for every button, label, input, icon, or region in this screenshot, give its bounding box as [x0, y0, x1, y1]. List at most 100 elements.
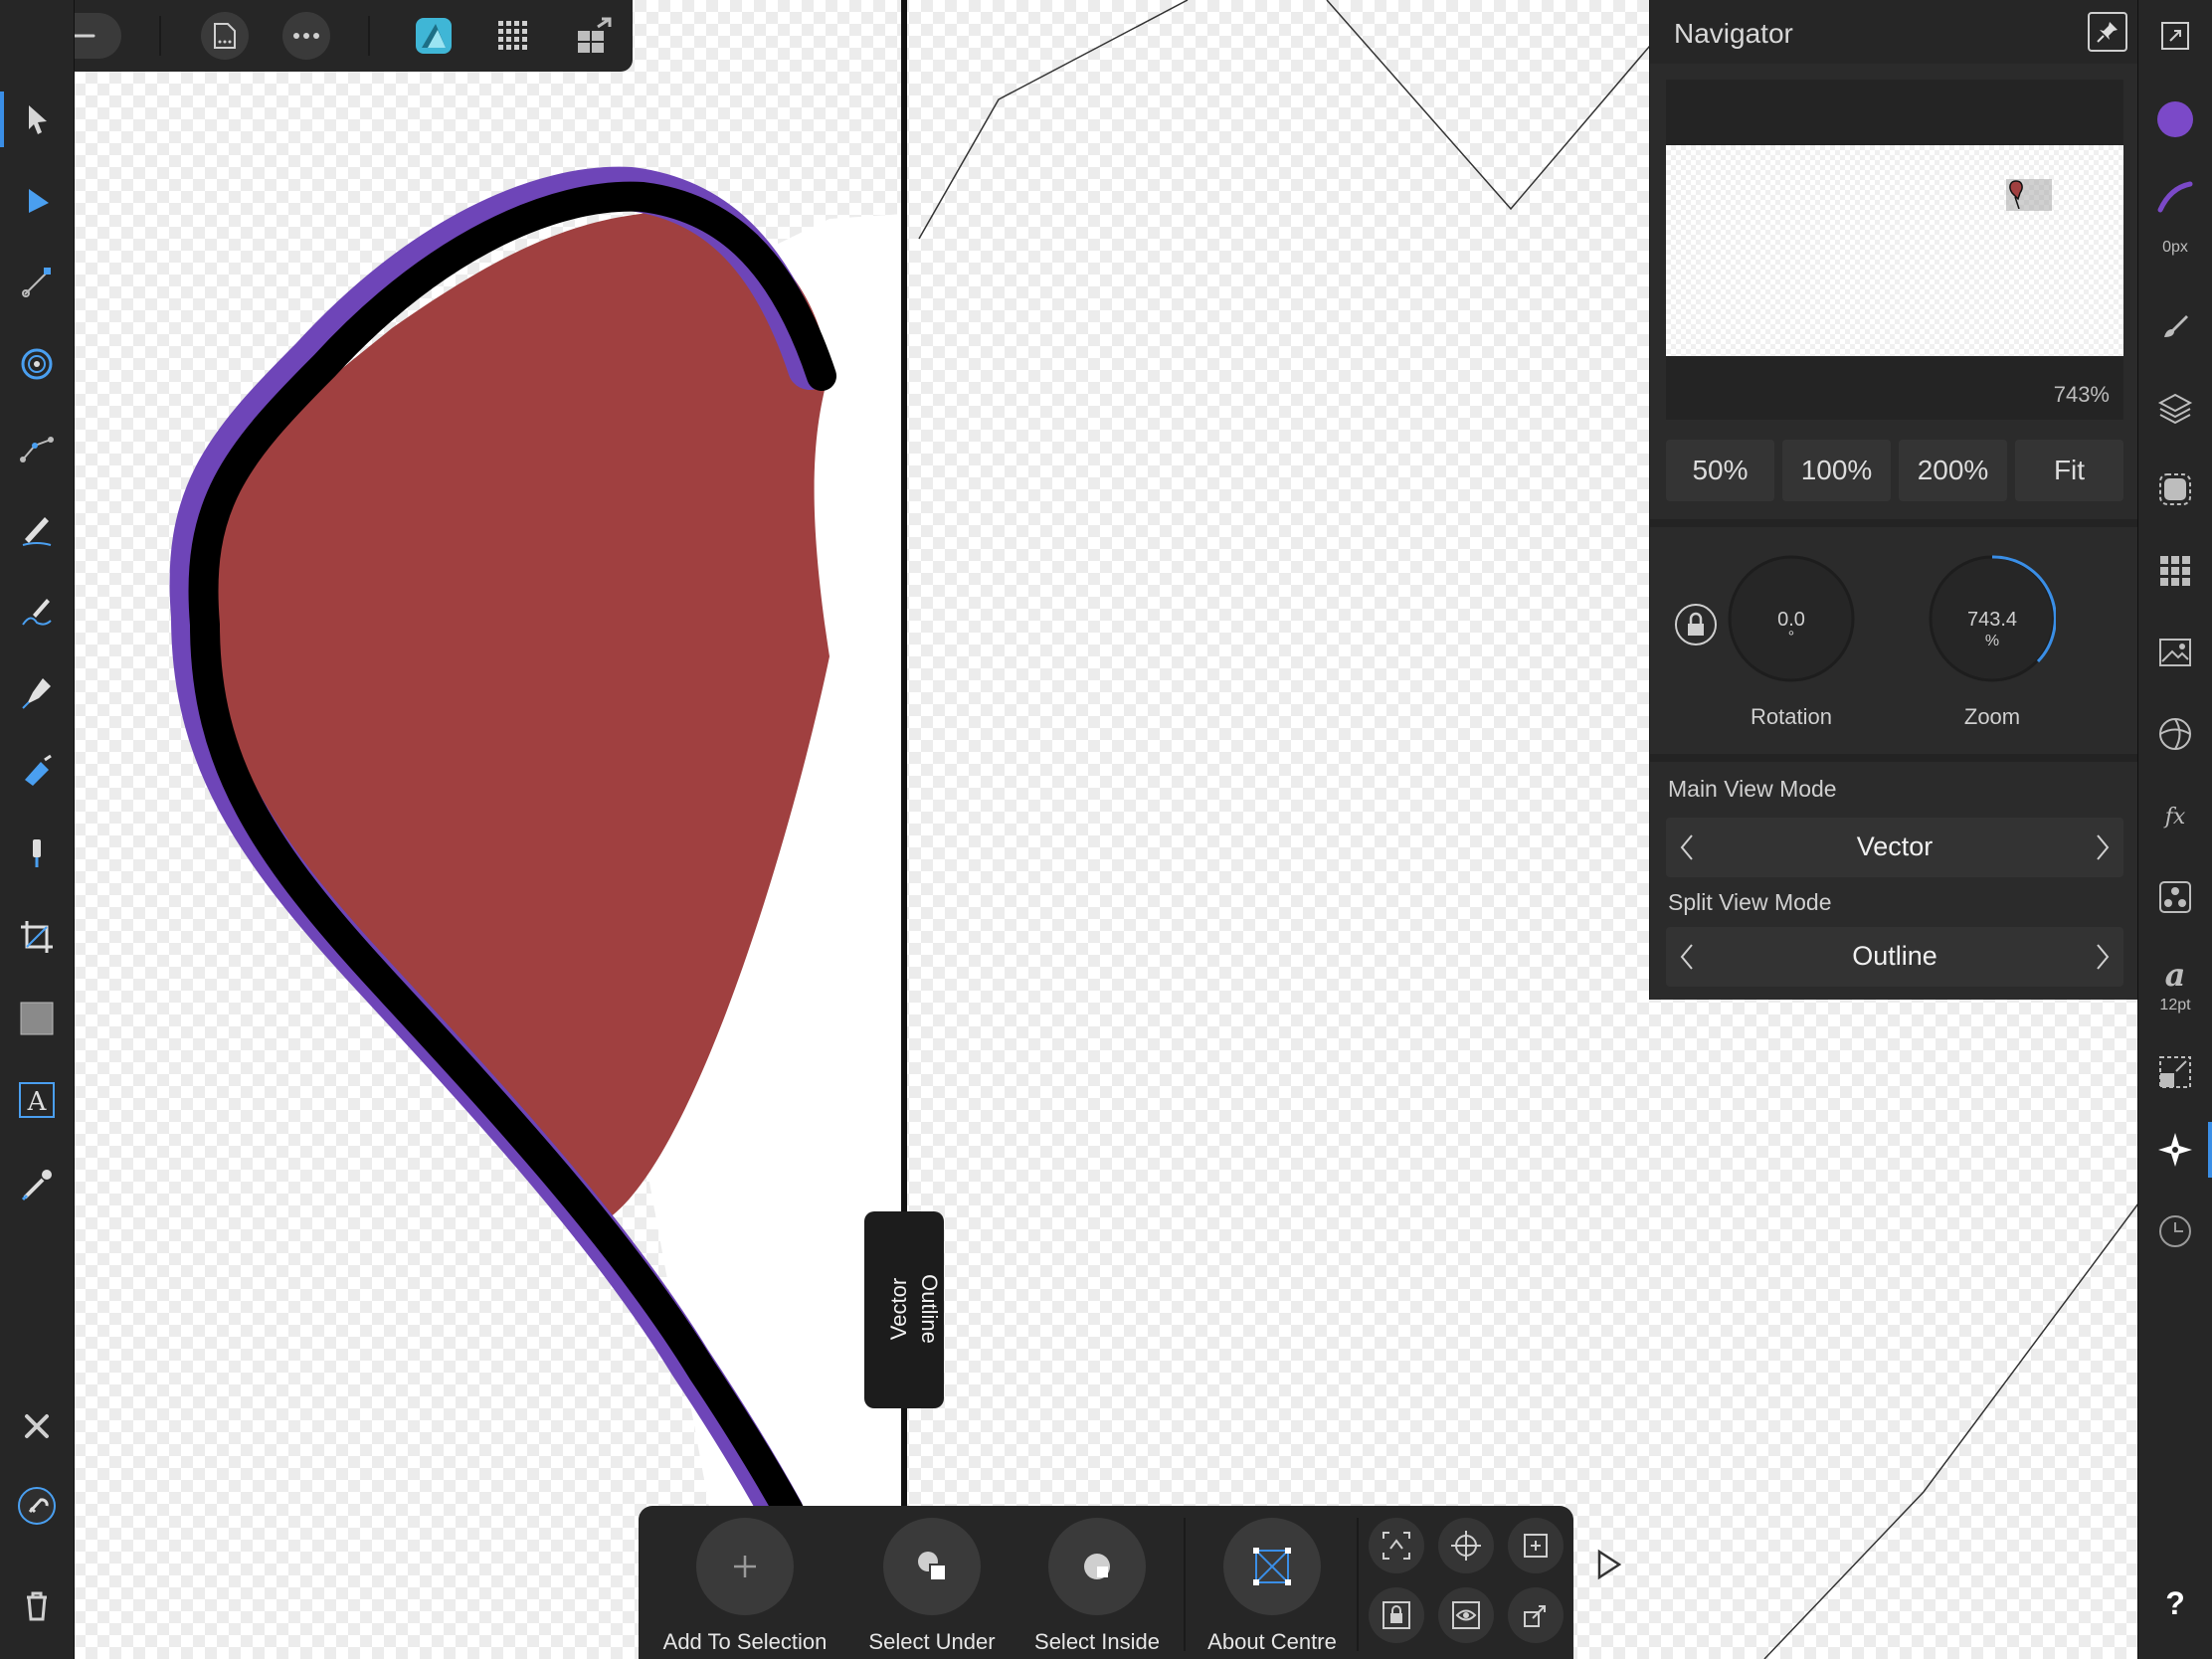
contour-tool[interactable]	[9, 336, 65, 392]
zoom-100-button[interactable]: 100%	[1782, 440, 1891, 501]
navigator-thumbnail-shape	[2009, 180, 2023, 209]
fill-bucket-icon	[25, 754, 52, 786]
export-icon	[578, 17, 612, 53]
split-view-mode-selector[interactable]: Outline	[1666, 927, 2123, 987]
vector-brush-icon	[22, 599, 52, 626]
zoom-dial[interactable]: 743.4 %	[1929, 555, 2057, 682]
fx-panel-button[interactable]: fx	[2147, 788, 2203, 843]
context-toolbar: Add To Selection Select Under Select Ins…	[639, 1506, 1573, 1659]
svg-text:fx: fx	[2163, 805, 2186, 830]
fullscreen-icon	[2161, 22, 2189, 50]
designer-persona-button[interactable]	[408, 10, 460, 62]
outline-path-bottom	[1763, 1202, 2138, 1659]
layers-panel-button[interactable]	[2147, 380, 2203, 436]
select-under-circle	[883, 1518, 981, 1615]
toolbar-separator	[1357, 1518, 1359, 1651]
add-to-selection-button[interactable]: Add To Selection	[660, 1518, 830, 1655]
navigator-panel-button[interactable]	[2147, 1122, 2212, 1178]
artistic-text-icon: A	[19, 1082, 55, 1118]
text-tool[interactable]: A	[9, 1072, 65, 1128]
zoom-fit-button[interactable]: Fit	[2015, 440, 2123, 501]
node-tool[interactable]	[9, 173, 65, 229]
main-view-mode-selector[interactable]: Vector	[1666, 818, 2123, 877]
select-inside-button[interactable]: Select Inside	[1013, 1518, 1182, 1655]
pixel-grid-icon	[498, 21, 527, 50]
add-to-selection-circle	[696, 1518, 794, 1615]
clock-icon	[2159, 1215, 2191, 1247]
select-inside-label: Select Inside	[1034, 1629, 1160, 1654]
more-options-button[interactable]	[280, 10, 332, 62]
text-style-panel-button[interactable]: a	[2147, 947, 2203, 1003]
transform-objects-button[interactable]	[1508, 1587, 1564, 1643]
lock-children-button[interactable]	[1369, 1587, 1424, 1643]
rotation-dial[interactable]: 0.0 °	[1728, 555, 1855, 682]
effects-panel-button[interactable]	[2147, 461, 2203, 517]
fullscreen-button[interactable]	[2147, 8, 2203, 64]
pen-nib-icon	[22, 678, 51, 709]
navigator-preview[interactable]: 743%	[1666, 80, 2123, 420]
chevron-right-icon[interactable]	[2090, 941, 2114, 973]
document-menu-button[interactable]	[199, 10, 251, 62]
transform-icon	[2159, 1056, 2191, 1088]
split-view-mode-value: Outline	[1852, 941, 1937, 971]
vector-brush-tool[interactable]	[9, 583, 65, 639]
pixel-persona-button[interactable]	[487, 10, 539, 62]
snap-bounding-box-button[interactable]	[1369, 1518, 1424, 1573]
zoom-50-button[interactable]: 50%	[1666, 440, 1774, 501]
transform-objects-icon	[1524, 1605, 1546, 1627]
split-view-handle[interactable]: Vector Outline	[864, 1211, 944, 1408]
crop-tool[interactable]	[9, 909, 65, 965]
fill-colour-swatch[interactable]	[2147, 92, 2203, 147]
brushes-panel-button[interactable]	[2147, 298, 2203, 354]
snapping-button[interactable]	[9, 1478, 65, 1534]
point-transform-tool[interactable]	[9, 255, 65, 310]
help-icon: ?	[2165, 1584, 2185, 1621]
export-persona-button[interactable]	[569, 10, 621, 62]
split-view-mode-label: Split View Mode	[1668, 889, 1832, 915]
fill-tool[interactable]	[9, 744, 65, 800]
font-size-label: 12pt	[2159, 997, 2191, 1014]
snap-edges-button[interactable]	[1508, 1518, 1564, 1573]
help-button[interactable]: ?	[2147, 1575, 2203, 1631]
select-inside-circle	[1048, 1518, 1146, 1615]
move-tool[interactable]	[0, 92, 65, 147]
history-panel-button[interactable]	[2147, 1203, 2203, 1259]
tools-panel: A	[0, 0, 75, 1659]
eyedropper-icon	[21, 1170, 52, 1201]
about-centre-label: About Centre	[1207, 1629, 1337, 1654]
zoom-200-button[interactable]: 200%	[1899, 440, 2007, 501]
plus-icon	[734, 1556, 756, 1577]
colour-picker-tool[interactable]	[9, 1156, 65, 1211]
stock-panel-button[interactable]	[2147, 625, 2203, 680]
pen-tool[interactable]	[9, 664, 65, 720]
snap-centre-button[interactable]	[1438, 1518, 1494, 1573]
about-centre-button[interactable]: About Centre	[1188, 1518, 1357, 1655]
corner-tool[interactable]	[9, 418, 65, 473]
crop-icon	[21, 921, 53, 953]
expand-toolbar-icon[interactable]	[1591, 1548, 1625, 1581]
pencil-tool[interactable]	[9, 501, 65, 557]
select-under-button[interactable]: Select Under	[847, 1518, 1016, 1655]
move-arrow-icon	[29, 105, 47, 134]
cancel-button[interactable]	[9, 1398, 65, 1454]
compass-icon	[2158, 1133, 2192, 1167]
stroke-swatch[interactable]	[2147, 169, 2203, 225]
svg-text:a: a	[2165, 956, 2186, 994]
chevron-right-icon[interactable]	[2090, 831, 2114, 863]
fill-swatch-icon	[2157, 101, 2193, 137]
view-children-button[interactable]	[1438, 1587, 1494, 1643]
assets-panel-button[interactable]	[2147, 869, 2203, 925]
image-icon	[2159, 639, 2191, 666]
swatches-grid-icon	[2160, 556, 2190, 586]
transparency-tool[interactable]	[9, 826, 65, 881]
rotation-lock-button[interactable]	[1674, 603, 1718, 646]
swatches-panel-button[interactable]	[2147, 543, 2203, 599]
transform-panel-button[interactable]	[2147, 1044, 2203, 1100]
delete-button[interactable]	[9, 1577, 65, 1633]
navigator-view-rect[interactable]	[2006, 179, 2052, 211]
trash-icon	[27, 1591, 47, 1621]
colour-panel-button[interactable]	[2147, 706, 2203, 762]
pin-panel-button[interactable]	[2088, 12, 2127, 52]
select-under-label: Select Under	[868, 1629, 996, 1654]
shape-tool[interactable]	[9, 991, 65, 1046]
